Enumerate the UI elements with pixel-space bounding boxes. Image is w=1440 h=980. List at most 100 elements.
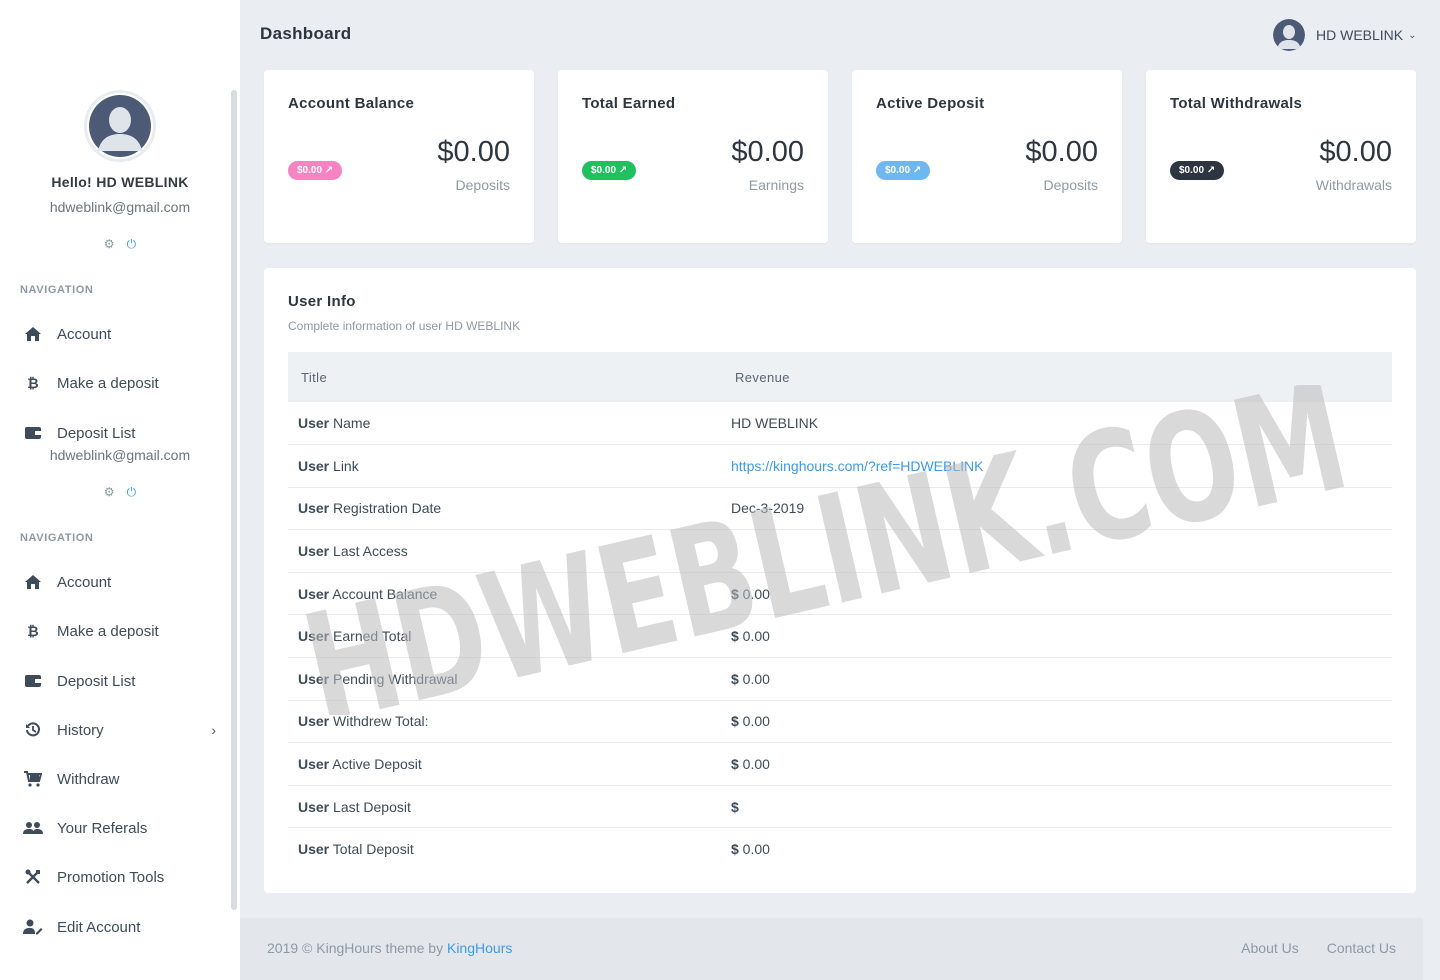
row-title: User Earned Total xyxy=(298,628,412,645)
chevron-right-icon: › xyxy=(211,722,216,738)
footer-link-about[interactable]: About Us xyxy=(1241,940,1299,956)
table-header-row: Title Revenue xyxy=(288,352,1392,402)
bitcoin-icon: ₿ xyxy=(27,623,39,639)
power-icon[interactable]: ⏻ xyxy=(127,237,137,252)
card-title: Account Balance xyxy=(288,95,415,112)
row-value: $ 0.00 xyxy=(731,628,770,645)
card-badge: $0.00 ↗ xyxy=(1170,161,1225,180)
table-row: User Earned Total $ 0.00 xyxy=(288,615,1392,658)
row-value: https://kinghours.com/?ref=HDWEBLINK xyxy=(722,445,1392,488)
trend-up-icon: ↗ xyxy=(1206,165,1216,176)
sidebar-item-label: Make a deposit xyxy=(57,374,159,392)
sidebar-item-account[interactable]: Account xyxy=(20,319,220,349)
sidebar-item-account[interactable]: Account xyxy=(20,567,220,597)
page-title: Dashboard xyxy=(260,24,352,43)
stat-card-active-deposit: Active Deposit $0.00 ↗ $0.00 Deposits xyxy=(852,70,1122,243)
card-value: $0.00 xyxy=(731,136,804,168)
profile-actions-repeat: ⚙ ⏻ xyxy=(0,485,240,500)
sidebar-item-label: History xyxy=(57,721,104,739)
header-avatar xyxy=(1273,19,1305,51)
table-row: User Pending Withdrawal $ 0.00 xyxy=(288,658,1392,701)
panel-title: User Info xyxy=(288,293,356,310)
card-value: $0.00 xyxy=(1319,136,1392,168)
sidebar-item-deposit-list[interactable]: Deposit List xyxy=(20,418,220,448)
home-icon xyxy=(20,325,46,343)
table-row: User Withdrew Total: $ 0.00 xyxy=(288,700,1392,743)
stat-card-account-balance: Account Balance $0.00 ↗ $0.00 Deposits xyxy=(264,70,534,243)
table-row: User Account Balance $ 0.00 xyxy=(288,572,1392,615)
user-email-repeat: hdweblink@gmail.com xyxy=(49,447,191,463)
row-value: $ 0.00 xyxy=(731,585,770,602)
home-icon xyxy=(20,573,46,591)
table-row: User Active Deposit $ 0.00 xyxy=(288,743,1392,786)
row-title: User Link xyxy=(298,457,359,474)
footer-links: About Us Contact Us xyxy=(1241,940,1396,956)
sidebar-item-label: Edit Account xyxy=(57,918,141,936)
sidebar-item-label: Deposit List xyxy=(57,424,136,442)
referral-link[interactable]: https://kinghours.com/?ref=HDWEBLINK xyxy=(731,458,984,474)
table-row: User Link https://kinghours.com/?ref=HDWE… xyxy=(288,445,1392,488)
sidebar-item-label: Account xyxy=(57,573,112,591)
user-email: hdweblink@gmail.com xyxy=(49,199,191,215)
user-silhouette-icon xyxy=(89,95,151,157)
card-title: Active Deposit xyxy=(876,95,985,112)
table-row: User Last Access xyxy=(288,530,1392,573)
wallet-icon xyxy=(20,672,46,690)
row-title: User Pending Withdrawal xyxy=(298,670,458,687)
sidebar-item-withdraw[interactable]: Withdraw xyxy=(20,764,220,794)
sidebar-item-promotion-tools[interactable]: Promotion Tools xyxy=(20,862,220,892)
card-badge: $0.00 ↗ xyxy=(582,161,637,180)
nav-heading: NAVIGATION xyxy=(20,284,94,296)
settings-gear-icon[interactable]: ⚙ xyxy=(104,485,115,499)
user-menu[interactable]: HD WEBLINK ⌄ xyxy=(1273,19,1417,51)
card-badge: $0.00 ↗ xyxy=(876,161,931,180)
row-title: User Last Deposit xyxy=(298,798,411,815)
row-value: HD WEBLINK xyxy=(731,415,819,432)
cart-icon xyxy=(20,770,46,788)
card-value: $0.00 xyxy=(1025,136,1098,168)
row-value xyxy=(722,530,1392,573)
sidebar-item-referals[interactable]: Your Referals xyxy=(20,813,220,843)
column-header-title: Title xyxy=(301,369,328,385)
table-row: User Name HD WEBLINK xyxy=(288,402,1392,445)
chevron-down-icon: ⌄ xyxy=(1408,29,1417,41)
footer: 2019 © KingHours theme by KingHours Abou… xyxy=(240,918,1423,980)
table-row: User Last Deposit $ xyxy=(288,785,1392,828)
wallet-icon xyxy=(20,424,46,442)
trend-up-icon: ↗ xyxy=(618,165,628,176)
card-subtitle: Deposits xyxy=(1043,177,1098,193)
user-silhouette-icon xyxy=(1273,19,1305,51)
settings-gear-icon[interactable]: ⚙ xyxy=(104,237,115,251)
card-value: $0.00 xyxy=(437,136,510,168)
footer-link-contact[interactable]: Contact Us xyxy=(1327,940,1396,956)
card-title: Total Withdrawals xyxy=(1170,95,1303,112)
sidebar-item-label: Make a deposit xyxy=(57,622,159,640)
sidebar-item-deposit-list[interactable]: Deposit List xyxy=(20,666,220,696)
sidebar-item-label: Deposit List xyxy=(57,672,136,690)
sidebar-item-history[interactable]: History › xyxy=(20,715,220,745)
row-value: $ 0.00 xyxy=(731,756,770,773)
history-icon xyxy=(20,721,46,739)
stat-card-total-earned: Total Earned $0.00 ↗ $0.00 Earnings xyxy=(558,70,828,243)
sidebar-item-make-deposit[interactable]: ₿ Make a deposit xyxy=(20,368,220,398)
trend-up-icon: ↗ xyxy=(324,165,334,176)
tools-icon xyxy=(20,868,46,886)
card-subtitle: Earnings xyxy=(748,177,804,193)
card-subtitle: Deposits xyxy=(455,177,510,193)
sidebar: Hello! HD WEBLINK hdweblink@gmail.com ⚙ ⏻… xyxy=(0,0,240,980)
power-icon[interactable]: ⏻ xyxy=(127,485,137,500)
greeting: Hello! HD WEBLINK xyxy=(51,174,189,190)
sidebar-item-make-deposit[interactable]: ₿ Make a deposit xyxy=(20,616,220,646)
sidebar-item-edit-account[interactable]: Edit Account xyxy=(20,912,220,942)
trend-up-icon: ↗ xyxy=(912,165,922,176)
row-value: $ 0.00 xyxy=(731,841,770,858)
row-title: User Last Access xyxy=(298,543,408,560)
users-icon xyxy=(20,819,46,837)
row-value: $ xyxy=(731,798,739,815)
sidebar-item-label: Account xyxy=(57,325,112,343)
nav-heading: NAVIGATION xyxy=(20,532,94,544)
footer-brand-link[interactable]: KingHours xyxy=(447,940,512,956)
row-title: User Active Deposit xyxy=(298,756,422,773)
profile-actions: ⚙ ⏻ xyxy=(0,237,240,252)
row-title: User Withdrew Total: xyxy=(298,713,429,730)
